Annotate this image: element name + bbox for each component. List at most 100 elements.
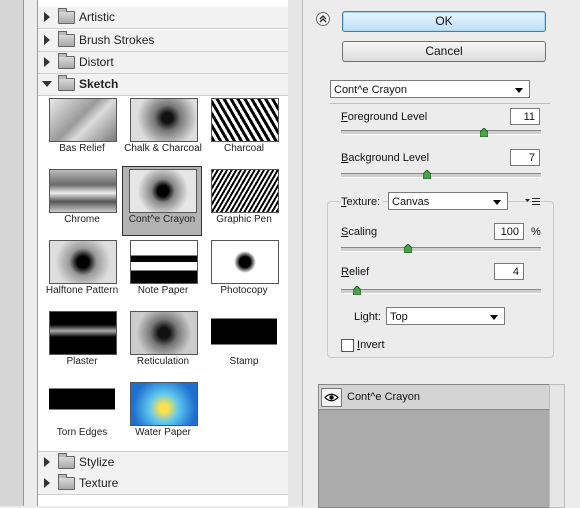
foreground-level-slider-thumb[interactable] (479, 128, 488, 137)
thumb-label: Graphic Pen (216, 214, 272, 225)
texture-label: Texture: (341, 196, 384, 208)
effect-layer-label: Cont^e Crayon (347, 391, 421, 403)
thumb-photocopy[interactable]: Photocopy (205, 238, 283, 306)
thumb-bas-relief[interactable]: Bas Relief (43, 96, 121, 164)
thumb-label: Plaster (66, 356, 98, 367)
foreground-level-label: Foreground Level (341, 111, 428, 123)
background-level-label: Background Level (341, 152, 430, 164)
thumb-image (211, 240, 279, 284)
scaling-slider-thumb[interactable] (403, 244, 412, 253)
gallery-scrollbar[interactable] (288, 0, 303, 506)
thumb-conte-crayon[interactable]: Cont^e Crayon (122, 166, 202, 236)
folder-texture[interactable]: Texture (38, 473, 288, 495)
folder-icon (58, 53, 75, 69)
scaling-input[interactable]: 100 (494, 223, 524, 240)
thumb-label: Chrome (64, 214, 100, 225)
thumb-chrome[interactable]: Chrome (43, 167, 121, 235)
thumb-halftone-pattern[interactable]: Halftone Pattern (43, 238, 121, 306)
light-select-value: Top (390, 311, 408, 323)
folder-sketch[interactable]: Sketch (38, 74, 288, 96)
background-level-slider-thumb[interactable] (422, 170, 431, 179)
thumb-image (49, 98, 117, 142)
thumb-label: Stamp (229, 356, 259, 367)
relief-input[interactable]: 4 (494, 263, 524, 280)
effect-layers-panel: Cont^e Crayon (318, 384, 551, 508)
thumb-water-paper[interactable]: Water Paper (124, 380, 202, 448)
background-level-input[interactable]: 7 (510, 149, 540, 166)
texture-select-value: Canvas (392, 196, 430, 208)
folder-brush-strokes[interactable]: Brush Strokes (38, 30, 288, 52)
folder-label: Sketch (79, 77, 119, 91)
dropdown-arrow-icon (515, 88, 523, 93)
thumb-image (49, 240, 117, 284)
folder-distort[interactable]: Distort (38, 52, 288, 74)
foreground-level-input[interactable]: 11 (510, 108, 540, 125)
thumb-label: Cont^e Crayon (128, 214, 196, 225)
thumb-image (49, 311, 117, 355)
folder-label: Stylize (79, 455, 115, 469)
invert-label: Invert (357, 339, 385, 351)
thumb-label: Reticulation (136, 356, 190, 367)
expand-arrow-icon (44, 478, 50, 488)
folder-open-icon (58, 75, 75, 91)
thumb-label: Chalk & Charcoal (124, 143, 202, 154)
thumb-label: Charcoal (223, 143, 265, 154)
relief-slider-thumb[interactable] (353, 286, 361, 295)
thumb-image (49, 382, 115, 424)
folder-artistic[interactable]: Artistic (38, 7, 288, 29)
background-level-slider[interactable] (341, 173, 541, 178)
filter-select[interactable]: Cont^e Crayon (330, 80, 530, 98)
thumb-torn-edges[interactable]: Torn Edges (43, 380, 121, 448)
menu-icon (525, 198, 540, 205)
invert-checkbox[interactable] (341, 339, 354, 352)
folder-label: Artistic (79, 10, 115, 24)
thumb-label: Bas Relief (59, 143, 105, 154)
texture-select[interactable]: Canvas (388, 192, 508, 210)
foreground-level-slider[interactable] (341, 130, 541, 135)
visibility-toggle[interactable] (321, 388, 342, 407)
thumb-image (211, 169, 279, 213)
folder-label: Brush Strokes (79, 33, 155, 47)
eye-icon (324, 393, 339, 402)
double-chevron-up-icon (319, 15, 327, 23)
thumb-graphic-pen[interactable]: Graphic Pen (205, 167, 283, 235)
thumb-chalk-charcoal[interactable]: Chalk & Charcoal (124, 96, 202, 164)
folder-stylize[interactable]: Stylize (38, 451, 288, 474)
thumb-image (211, 98, 279, 142)
folder-icon (58, 31, 75, 47)
light-label: Light: (354, 311, 381, 323)
filter-gallery: Artistic Brush Strokes Distort Sketch Ba… (37, 0, 289, 506)
thumb-label: Note Paper (137, 285, 189, 296)
light-select[interactable]: Top (386, 307, 505, 325)
texture-menu-button[interactable] (525, 196, 541, 206)
thumb-note-paper[interactable]: Note Paper (124, 238, 202, 306)
thumb-stamp[interactable]: Stamp (205, 309, 283, 377)
preview-area-edge (0, 0, 24, 506)
layers-scrollbar[interactable] (549, 384, 565, 508)
folder-label: Texture (79, 476, 119, 490)
thumb-label: Torn Edges (56, 427, 108, 438)
thumb-reticulation[interactable]: Reticulation (124, 309, 202, 377)
folder-icon (58, 8, 75, 24)
thumb-label: Halftone Pattern (45, 285, 119, 296)
ok-button[interactable]: OK (342, 11, 546, 32)
filter-select-value: Cont^e Crayon (334, 84, 408, 96)
thumb-image (130, 311, 198, 355)
thumb-plaster[interactable]: Plaster (43, 309, 121, 377)
thumb-image (130, 382, 198, 426)
expand-arrow-icon (44, 57, 50, 67)
scaling-slider[interactable] (341, 247, 541, 252)
thumb-image (130, 240, 198, 284)
expand-arrow-icon (44, 457, 50, 467)
thumb-charcoal[interactable]: Charcoal (205, 96, 283, 164)
scaling-unit: % (531, 226, 541, 238)
relief-label: Relief (341, 266, 370, 278)
cancel-button[interactable]: Cancel (342, 41, 546, 62)
thumb-image (49, 169, 117, 213)
thumb-image (211, 311, 277, 353)
relief-slider[interactable] (341, 289, 541, 294)
collapse-gallery-button[interactable] (316, 12, 330, 26)
effect-layer-row[interactable]: Cont^e Crayon (319, 385, 550, 410)
dropdown-arrow-icon (493, 200, 501, 205)
divider (330, 103, 550, 104)
